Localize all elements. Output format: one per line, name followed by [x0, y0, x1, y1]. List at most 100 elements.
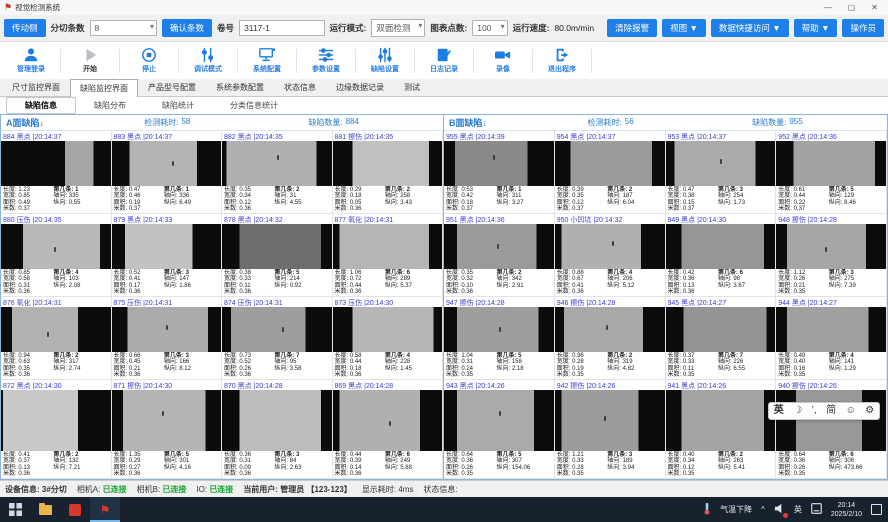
defect-image[interactable]: [444, 224, 554, 269]
file-explorer-icon[interactable]: [30, 497, 60, 522]
defect-cell[interactable]: 882 黑点 |20:14:35 长度: 0.35 宽度: 0.34 面积: 0…: [222, 131, 333, 214]
defect-image[interactable]: [555, 390, 665, 451]
drive-side-button[interactable]: 传动侧: [4, 19, 46, 37]
defect-cell[interactable]: 869 黑点 |20:14:28 长度: 0.44 宽度: 0.39 面积: 0…: [333, 380, 444, 479]
defect-cell[interactable]: 881 擦伤 |20:14:35 长度: 0.29 宽度: 0.18 面积: 0…: [333, 131, 444, 214]
defect-cell-header[interactable]: 940 擦伤 |20:14:26: [776, 380, 886, 390]
defect-cell-header[interactable]: 942 擦伤 |20:14:26: [555, 380, 665, 390]
debug-mode-button[interactable]: 调试模式: [179, 47, 237, 74]
defect-image[interactable]: [1, 307, 111, 352]
defect-cell[interactable]: 945 黑点 |20:14:27 长度: 0.37 宽度: 0.33 面积: 0…: [666, 297, 777, 380]
panel-a-title[interactable]: A面缺陷↓: [6, 116, 144, 129]
ime-halfwidth-moon-icon[interactable]: ☽: [793, 406, 802, 416]
tab-edge-data-record[interactable]: 边缘数据记录: [326, 78, 394, 96]
defect-cell[interactable]: 949 黑点 |20:14:30 长度: 0.42 宽度: 0.36 面积: 0…: [666, 214, 777, 297]
defect-cell[interactable]: 941 黑点 |20:14:26 长度: 0.40 宽度: 0.34 面积: 0…: [666, 380, 777, 479]
panel-b-title[interactable]: B面缺陷↓: [449, 116, 588, 129]
defect-cell[interactable]: 880 压伤 |20:14:35 长度: 0.85 宽度: 0.58 面积: 0…: [1, 214, 112, 297]
defect-settings-button[interactable]: 缺陷设置: [356, 47, 414, 74]
defect-cell-header[interactable]: 948 擦伤 |20:14:28: [776, 214, 886, 224]
start-button[interactable]: [0, 497, 30, 522]
defect-image[interactable]: [776, 224, 886, 269]
defect-cell[interactable]: 954 黑点 |20:14:37 长度: 0.39 宽度: 0.35 面积: 0…: [555, 131, 666, 214]
slit-count-select[interactable]: 8: [90, 20, 158, 36]
defect-cell[interactable]: 940 擦伤 |20:14:26 长度: 0.64 宽度: 0.36 面积: 0…: [776, 380, 887, 479]
maximize-button[interactable]: ▢: [848, 3, 856, 12]
defect-cell[interactable]: 870 黑点 |20:14:28 长度: 0.36 宽度: 0.31 面积: 0…: [222, 380, 333, 479]
defect-cell-header[interactable]: 880 压伤 |20:14:35: [1, 214, 111, 224]
ime-simplified-toggle[interactable]: 简: [826, 406, 836, 416]
data-quick-access-button[interactable]: 数据快捷访问 ▼: [711, 19, 789, 37]
defect-image[interactable]: [222, 390, 332, 451]
defect-image[interactable]: [333, 224, 443, 269]
notification-center-icon[interactable]: [871, 504, 882, 515]
defect-cell[interactable]: 884 黑点 |20:14:37 长度: 1.23 宽度: 0.85 面积: 0…: [1, 131, 112, 214]
defect-cell-header[interactable]: 949 黑点 |20:14:30: [666, 214, 776, 224]
taskbar-clock[interactable]: 20:14 2025/2/10: [831, 501, 862, 519]
ime-emoji-icon[interactable]: ☺: [846, 406, 856, 416]
tab-defect-monitor[interactable]: 缺陷监控界面: [70, 79, 138, 97]
tab-size-monitor[interactable]: 尺寸监控界面: [2, 78, 70, 96]
defect-image[interactable]: [1, 224, 111, 269]
tab-product-model-config[interactable]: 产品型号配置: [138, 78, 206, 96]
log-record-button[interactable]: 日志记录: [415, 47, 473, 74]
defect-cell[interactable]: 874 压伤 |20:14:31 长度: 0.73 宽度: 0.52 面积: 0…: [222, 297, 333, 380]
defect-cell-header[interactable]: 950 小凹坑 |20:14:32: [555, 214, 665, 224]
defect-cell-header[interactable]: 943 黑点 |20:14:26: [444, 380, 554, 390]
system-config-button[interactable]: 系统配置: [238, 47, 296, 74]
defect-cell-header[interactable]: 875 压伤 |20:14:31: [112, 297, 222, 307]
run-mode-select[interactable]: 双面检测: [371, 19, 425, 37]
ime-tray-icon[interactable]: [811, 503, 822, 516]
defect-image[interactable]: [333, 307, 443, 352]
subtab-defect-info[interactable]: 缺陷信息: [6, 97, 76, 114]
inspection-app-icon[interactable]: ⚑: [90, 497, 120, 522]
defect-image[interactable]: [333, 390, 443, 451]
defect-image[interactable]: [112, 307, 222, 352]
defect-cell-header[interactable]: 947 擦伤 |20:14:28: [444, 297, 554, 307]
defect-image[interactable]: [1, 141, 111, 186]
defect-cell-header[interactable]: 951 黑点 |20:14:36: [444, 214, 554, 224]
defect-cell[interactable]: 879 黑点 |20:14:33 长度: 0.52 宽度: 0.41 面积: 0…: [112, 214, 223, 297]
defect-cell[interactable]: 883 黑点 |20:14:37 长度: 0.47 宽度: 0.46 面积: 0…: [112, 131, 223, 214]
defect-cell-header[interactable]: 953 黑点 |20:14:37: [666, 131, 776, 141]
defect-cell-header[interactable]: 883 黑点 |20:14:37: [112, 131, 222, 141]
exit-program-button[interactable]: 退出程序: [533, 47, 591, 74]
defect-image[interactable]: [776, 141, 886, 186]
defect-cell[interactable]: 876 氧化 |20:14:31 长度: 0.94 宽度: 0.63 面积: 0…: [1, 297, 112, 380]
subtab-class-info-statistics[interactable]: 分类信息统计: [212, 98, 296, 113]
defect-image[interactable]: [666, 390, 776, 451]
subtab-defect-statistics[interactable]: 缺陷统计: [144, 98, 212, 113]
defect-cell[interactable]: 875 压伤 |20:14:31 长度: 0.66 宽度: 0.45 面积: 0…: [112, 297, 223, 380]
tab-status-info[interactable]: 状态信息: [274, 78, 326, 96]
ime-punctuation-toggle[interactable]: ’,: [812, 406, 817, 416]
defect-cell-header[interactable]: 870 黑点 |20:14:28: [222, 380, 332, 390]
defect-image[interactable]: [666, 224, 776, 269]
start-button[interactable]: 开始: [61, 47, 119, 74]
defect-cell[interactable]: 942 擦伤 |20:14:26 长度: 1.21 宽度: 0.33 面积: 0…: [555, 380, 666, 479]
defect-cell-header[interactable]: 944 黑点 |20:14:27: [776, 297, 886, 307]
tab-test[interactable]: 测试: [394, 78, 430, 96]
confirm-count-button[interactable]: 确认条数: [162, 19, 212, 37]
minimize-button[interactable]: —: [824, 3, 832, 12]
ime-language-toggle[interactable]: 英: [774, 406, 784, 416]
defect-cell[interactable]: 878 黑点 |20:14:32 长度: 0.38 宽度: 0.33 面积: 0…: [222, 214, 333, 297]
defect-cell-header[interactable]: 874 压伤 |20:14:31: [222, 297, 332, 307]
defect-image[interactable]: [112, 141, 222, 186]
defect-cell-header[interactable]: 871 擦伤 |20:14:30: [112, 380, 222, 390]
defect-cell-header[interactable]: 881 擦伤 |20:14:35: [333, 131, 443, 141]
help-menu-button[interactable]: 帮助 ▼: [794, 19, 838, 37]
defect-image[interactable]: [555, 307, 665, 352]
defect-cell-header[interactable]: 955 黑点 |20:14:39: [444, 131, 554, 141]
defect-image[interactable]: [112, 224, 222, 269]
defect-image[interactable]: [555, 224, 665, 269]
defect-cell-header[interactable]: 879 黑点 |20:14:33: [112, 214, 222, 224]
defect-image[interactable]: [222, 224, 332, 269]
view-menu-button[interactable]: 视图 ▼: [662, 19, 706, 37]
defect-cell[interactable]: 944 黑点 |20:14:27 长度: 0.49 宽度: 0.40 面积: 0…: [776, 297, 887, 380]
thermometer-icon[interactable]: [703, 502, 711, 517]
defect-cell[interactable]: 871 擦伤 |20:14:30 长度: 1.35 宽度: 0.29 面积: 0…: [112, 380, 223, 479]
defect-cell[interactable]: 951 黑点 |20:14:36 长度: 0.35 宽度: 0.32 面积: 0…: [444, 214, 555, 297]
defect-image[interactable]: [444, 390, 554, 451]
defect-cell-header[interactable]: 878 黑点 |20:14:32: [222, 214, 332, 224]
defect-cell-header[interactable]: 877 氧化 |20:14:31: [333, 214, 443, 224]
